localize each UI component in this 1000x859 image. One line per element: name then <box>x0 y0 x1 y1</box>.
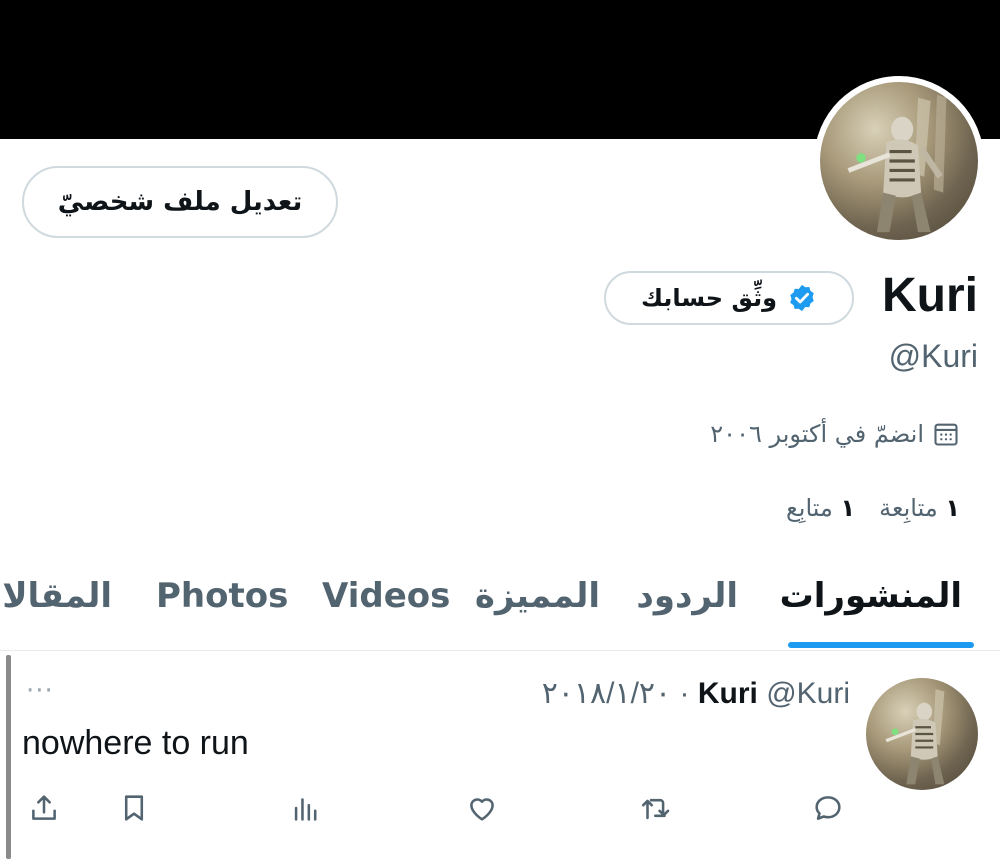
profile-avatar[interactable] <box>814 76 984 246</box>
following-link[interactable]: ١ متابِعة <box>879 494 960 522</box>
tweet-author-name[interactable]: Kuri <box>698 677 758 710</box>
tab-articles[interactable]: المقالات <box>0 576 112 616</box>
joined-date-text: انضمّ في أكتوبر ٢٠٠٦ <box>710 420 924 448</box>
reply-icon[interactable] <box>806 786 850 830</box>
followers-label: متابِع <box>785 494 833 522</box>
tweet-header: Kuri @Kuri · ٢٠١٨/١/٢٠ <box>542 676 850 711</box>
tab-highlights[interactable]: المميزة <box>475 576 600 616</box>
active-tab-indicator <box>788 642 974 648</box>
profile-tabs: المنشورات الردود المميزة Videos Photos ا… <box>0 568 1000 651</box>
tweet-avatar[interactable] <box>866 678 978 790</box>
tweet-date[interactable]: ٢٠١٨/١/٢٠ <box>542 677 671 710</box>
avatar-figure-image <box>847 94 947 233</box>
verify-account-button[interactable]: وثِّق حسابك <box>604 271 854 325</box>
tweet-text: nowhere to run <box>22 724 249 762</box>
more-options-icon[interactable]: ··· <box>26 676 54 706</box>
heart-icon[interactable] <box>460 786 504 830</box>
profile-display-name: Kuri <box>882 269 978 322</box>
tweet-author-handle[interactable]: @Kuri <box>766 677 850 710</box>
tweet-separator: · <box>679 677 690 710</box>
edit-profile-button[interactable]: تعديل ملف شخصيّ <box>22 166 338 238</box>
retweet-icon[interactable] <box>634 786 678 830</box>
profile-handle: @Kuri <box>888 338 978 374</box>
calendar-icon <box>932 420 960 448</box>
bookmark-icon[interactable] <box>112 786 156 830</box>
tab-replies[interactable]: الردود <box>636 576 738 616</box>
followers-count: ١ <box>840 494 856 522</box>
follow-stats: ١ متابِعة ١ متابِع <box>786 494 960 522</box>
verified-badge-icon <box>787 283 817 313</box>
views-icon[interactable] <box>284 786 328 830</box>
verify-account-label: وثِّق حسابك <box>641 284 778 312</box>
following-count: ١ <box>945 494 960 522</box>
following-label: متابِعة <box>879 494 938 522</box>
tab-posts[interactable]: المنشورات <box>780 576 962 616</box>
thread-line <box>6 655 11 859</box>
edit-profile-label: تعديل ملف شخصيّ <box>57 187 303 217</box>
tab-videos[interactable]: Videos <box>322 576 450 616</box>
avatar-figure-image <box>885 689 945 785</box>
share-icon[interactable] <box>22 786 66 830</box>
followers-link[interactable]: ١ متابِع <box>786 494 855 522</box>
joined-date: انضمّ في أكتوبر ٢٠٠٦ <box>710 420 960 448</box>
tab-photos[interactable]: Photos <box>156 576 288 616</box>
